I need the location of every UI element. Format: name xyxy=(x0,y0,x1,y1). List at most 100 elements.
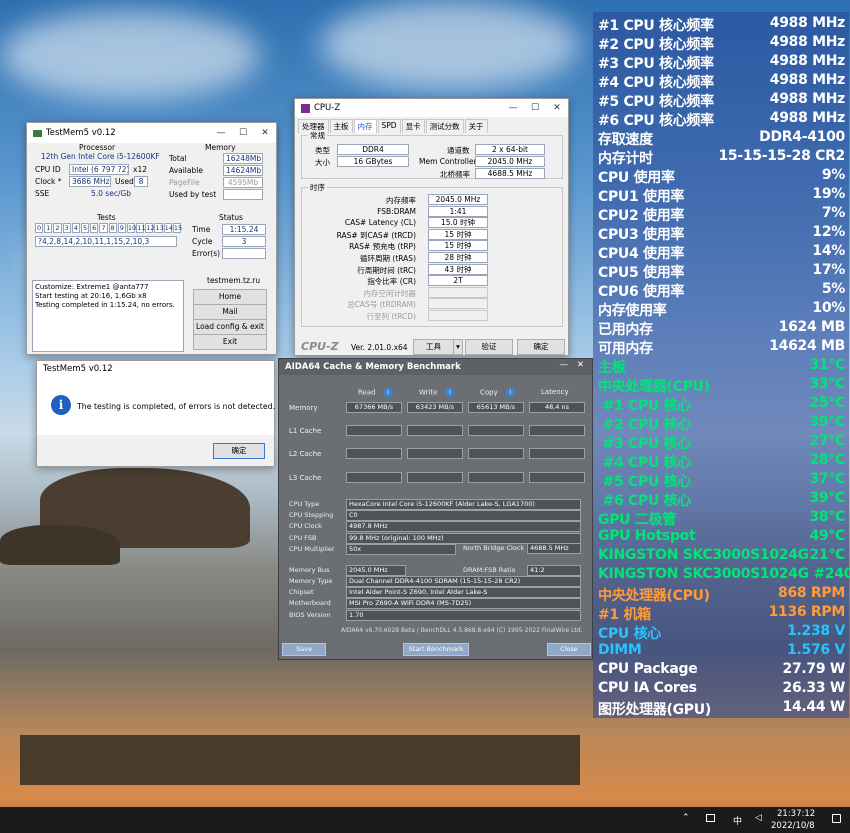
aida-titlebar[interactable]: AIDA64 Cache & Memory Benchmark — ✕ xyxy=(279,359,592,375)
sensor-row: #2 CPU 核心 39°C xyxy=(598,414,846,433)
info-icon[interactable]: i xyxy=(505,388,515,397)
maximize-button[interactable]: ☐ xyxy=(524,99,546,117)
test-number-cell: 7 xyxy=(99,223,108,233)
cpuz-tab[interactable]: 显卡 xyxy=(401,119,425,133)
sensor-label: CPU IA Cores xyxy=(598,680,697,696)
minimize-button[interactable]: — xyxy=(502,99,524,117)
nb-label: 北桥频率 xyxy=(440,170,470,179)
info-icon[interactable]: i xyxy=(445,388,455,397)
chevron-up-icon[interactable]: ⌃ xyxy=(682,813,690,823)
minimize-button[interactable]: — xyxy=(210,123,232,143)
ime-indicator[interactable]: 中 xyxy=(733,814,742,827)
close-button[interactable]: ✕ xyxy=(546,99,568,117)
dropdown-arrow-icon: ▾ xyxy=(453,340,462,354)
info-field: 4987.8 MHz xyxy=(346,521,581,533)
save-button[interactable]: Save xyxy=(282,643,326,656)
sensor-row: CPU4 使用率 14% xyxy=(598,243,845,262)
sensor-value: 27°C xyxy=(809,433,845,449)
pagefile-label: PageFile xyxy=(169,178,200,187)
column-header: Copy i xyxy=(480,388,515,397)
sensor-value: 49°C xyxy=(809,528,845,544)
close-button[interactable]: ✕ xyxy=(577,360,584,370)
timing-field xyxy=(428,286,488,298)
aida-title: AIDA64 Cache & Memory Benchmark xyxy=(285,362,461,372)
sensor-row: #1 CPU 核心频率 4988 MHz xyxy=(598,15,845,34)
cpuz-tab[interactable]: SPD xyxy=(377,119,401,133)
column-header-label: Copy xyxy=(480,388,498,397)
dialog-ok-button[interactable]: 确定 xyxy=(213,443,265,459)
sensor-value: 1.238 V xyxy=(787,623,845,639)
sensor-value: 1624 MB xyxy=(778,319,846,335)
sensor-row: KINGSTON SKC3000S1024G 21°C xyxy=(598,547,845,566)
cpuz-tab[interactable]: 测试分数 xyxy=(425,119,464,133)
available-field: 14624Mb xyxy=(223,165,263,176)
sensor-label: CPU 核心 xyxy=(598,626,661,642)
timing-label: 内存频率 xyxy=(386,196,416,205)
sensor-value: 31°C xyxy=(809,357,845,373)
sensor-value: 40°C xyxy=(834,566,850,582)
network-icon[interactable] xyxy=(706,814,715,822)
membus-field: 2045.0 MHz xyxy=(346,565,406,576)
hardware-monitor-overlay: #1 CPU 核心频率 4988 MHz #2 CPU 核心频率 4988 MHz #3… xyxy=(593,12,850,718)
tools-button[interactable]: 工具 ▾ xyxy=(413,339,463,355)
test-number-cell: 5 xyxy=(80,223,90,233)
cpuz-app-icon xyxy=(301,103,310,113)
info-label: Memory Type xyxy=(289,577,333,585)
info-field: 99.8 MHz (original: 100 MHz) xyxy=(346,532,581,544)
validate-button[interactable]: 验证 xyxy=(465,339,513,355)
cpuz-window: CPU-Z — ☐ ✕ 处理器 主板 内存 SPD 显卡 测试分数 关于 常规 类型 DDR4 … xyxy=(294,98,569,356)
log-textbox[interactable]: Customize: Extreme1 @anta777 Start testi… xyxy=(32,280,184,352)
maximize-button[interactable]: ☐ xyxy=(232,123,254,143)
mail-button[interactable]: Mail xyxy=(193,304,267,320)
benchmark-value xyxy=(529,472,585,483)
sensor-value: 10% xyxy=(812,300,845,316)
sensor-row: #4 CPU 核心 28°C xyxy=(598,452,846,471)
close-button[interactable]: Close xyxy=(547,643,591,656)
exit-button[interactable]: Exit xyxy=(193,334,267,350)
cpuz-titlebar[interactable]: CPU-Z — ☐ ✕ xyxy=(295,99,568,117)
timing-label: 总CAS号 (tRDRAM) xyxy=(347,300,416,310)
cpuz-title: CPU-Z xyxy=(314,103,341,113)
sensor-label: #4 CPU 核心频率 xyxy=(598,75,714,91)
timing-label: RAS# 到CAS# (tRCD) xyxy=(336,230,416,240)
start-benchmark-button[interactable]: Start Benchmark xyxy=(403,643,469,656)
sensor-value: 4988 MHz xyxy=(769,34,846,50)
home-button[interactable]: Home xyxy=(193,289,267,305)
close-button[interactable]: ✕ xyxy=(254,123,276,143)
info-icon: i xyxy=(51,395,71,415)
test-number-cell: 3 xyxy=(62,223,71,233)
sensor-row: 内存计时 15-15-15-28 CR2 xyxy=(598,148,845,167)
benchmark-value xyxy=(407,425,463,436)
sensor-row: #1 CPU 核心 25°C xyxy=(598,395,846,414)
timing-field: 2045.0 MHz xyxy=(428,194,488,205)
aida-footer: AIDA64 v6.70.6028 Beta / BenchDLL 4.5.86… xyxy=(341,627,583,634)
info-icon[interactable]: i xyxy=(383,388,393,397)
sensor-label: #1 CPU 核心频率 xyxy=(598,18,714,34)
timing-field: 15.0 时钟 xyxy=(428,217,488,229)
sensor-value: 4988 MHz xyxy=(769,72,846,88)
volume-icon[interactable]: ◁ xyxy=(755,813,762,823)
timing-label: CAS# Latency (CL) xyxy=(344,218,416,228)
minimize-button[interactable]: — xyxy=(560,360,569,370)
size-field: 16 GBytes xyxy=(337,156,409,167)
notification-icon[interactable] xyxy=(832,814,841,823)
site-link[interactable]: testmem.tz.ru xyxy=(207,276,260,285)
sensor-row: 内存使用率 10% xyxy=(598,300,845,319)
clock-date[interactable]: 2022/10/8 xyxy=(771,821,815,831)
sensor-value: 28°C xyxy=(809,452,845,468)
cpuz-ok-button[interactable]: 确定 xyxy=(517,339,565,355)
sensor-value: 4988 MHz xyxy=(769,53,846,69)
load-config-button[interactable]: Load config & exit xyxy=(193,319,267,335)
dialog-titlebar[interactable]: TestMem5 v0.12 xyxy=(37,361,274,377)
pagefile-field: 4595Mb xyxy=(223,177,263,188)
test-number-cell: 6 xyxy=(90,223,99,233)
sensor-value: 4988 MHz xyxy=(769,15,846,31)
testmem-titlebar[interactable]: TestMem5 v0.12 — ☐ ✕ xyxy=(27,123,276,143)
cpuz-tab[interactable]: 关于 xyxy=(464,119,488,133)
benchmark-value xyxy=(468,448,524,459)
clock-time[interactable]: 21:37:12 xyxy=(777,809,815,819)
cpuz-tab[interactable]: 内存 xyxy=(353,119,377,133)
sensor-row: 存取速度 DDR4-4100 xyxy=(598,129,845,148)
sensor-row: 主板 31°C xyxy=(598,357,845,376)
cpuz-tab[interactable]: 主板 xyxy=(329,119,353,133)
